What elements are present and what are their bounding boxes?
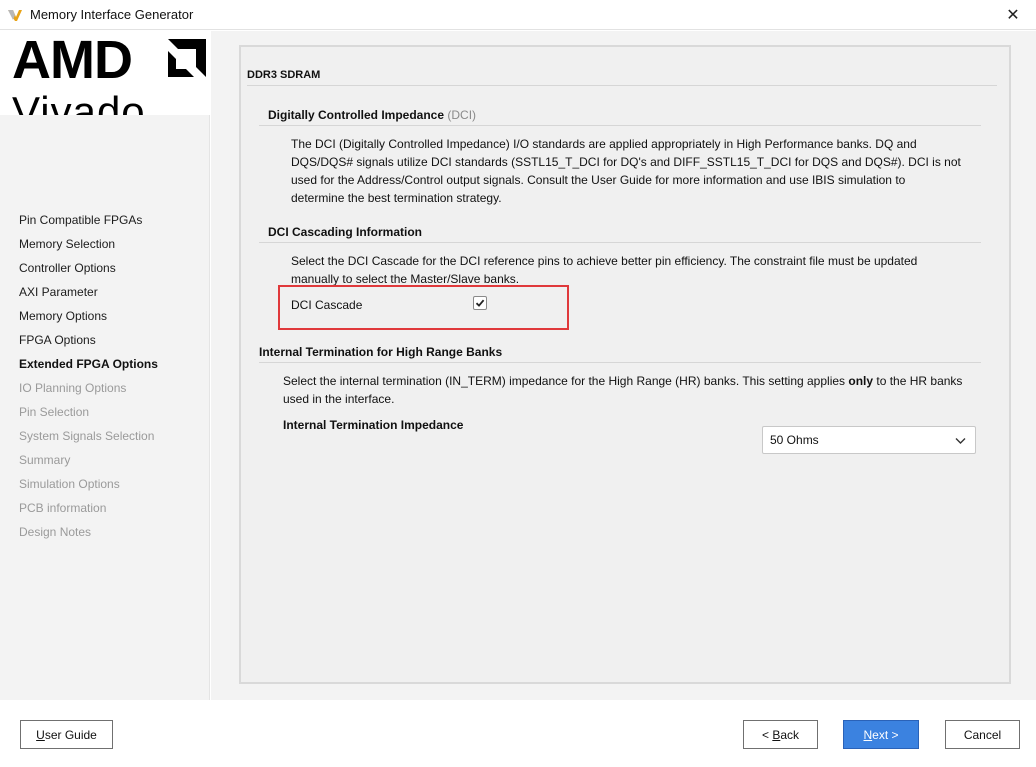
window-title: Memory Interface Generator xyxy=(30,7,194,22)
desc-text: Select the internal termination (IN_TERM… xyxy=(283,374,849,388)
wizard-step-item: IO Planning Options xyxy=(19,381,127,395)
termination-impedance-select[interactable]: 50 Ohms xyxy=(762,426,976,454)
divider xyxy=(259,362,981,363)
wizard-step-item: System Signals Selection xyxy=(19,429,155,443)
amd-arrow-icon xyxy=(168,39,206,77)
settings-panel: DDR3 SDRAM Digitally Controlled Impedanc… xyxy=(239,45,1011,684)
wizard-step-item: Summary xyxy=(19,453,71,467)
wizard-sidebar: AMD Vivado Pin Compatible FPGAs Memory Se… xyxy=(0,31,210,700)
dci-heading-text: Digitally Controlled Impedance xyxy=(268,108,445,122)
desc-emphasis: only xyxy=(848,374,874,388)
close-button[interactable]: ✕ xyxy=(990,0,1036,30)
wizard-step-item[interactable]: FPGA Options xyxy=(19,332,158,356)
back-button[interactable]: < Back xyxy=(743,720,818,749)
select-value: 50 Ohms xyxy=(770,433,819,447)
button-label: ack xyxy=(780,727,800,742)
internal-termination-description: Select the internal termination (IN_TERM… xyxy=(283,372,963,408)
wizard-step-item: Design Notes xyxy=(19,525,92,539)
termination-impedance-label: Internal Termination Impedance xyxy=(283,418,464,432)
chevron-down-icon xyxy=(955,438,966,444)
dci-description: The DCI (Digitally Controlled Impedance)… xyxy=(291,137,961,205)
next-button[interactable]: Next > xyxy=(843,720,919,749)
dci-cascading-description: Select the DCI Cascade for the DCI refer… xyxy=(291,254,918,286)
dci-heading-suffix: (DCI) xyxy=(447,108,477,122)
wizard-step-item[interactable]: Pin Compatible FPGAs xyxy=(19,212,158,236)
button-label: ext > xyxy=(872,727,899,742)
wizard-step-item[interactable]: Memory Selection xyxy=(19,236,158,260)
highlight-annotation xyxy=(278,285,569,330)
divider xyxy=(259,125,981,126)
button-prefix: < xyxy=(761,727,773,742)
mnemonic: B xyxy=(772,727,781,742)
wizard-step-item[interactable]: Memory Options xyxy=(19,308,158,332)
vivado-icon xyxy=(8,10,22,21)
wizard-step-item[interactable]: Controller Options xyxy=(19,260,158,284)
wizard-step-item: Simulation Options xyxy=(19,477,120,491)
amd-vivado-logo: AMD Vivado xyxy=(0,31,210,115)
dci-heading: Digitally Controlled Impedance (DCI) xyxy=(268,108,476,122)
wizard-step-item: PCB information xyxy=(19,501,107,515)
button-label: ser Guide xyxy=(44,727,97,742)
user-guide-button[interactable]: User Guide xyxy=(20,720,113,749)
internal-termination-heading: Internal Termination for High Range Bank… xyxy=(259,345,503,359)
divider xyxy=(259,242,981,243)
amd-logo-text: AMD xyxy=(12,31,133,90)
wizard-step-item: Pin Selection xyxy=(19,405,90,419)
mnemonic: N xyxy=(863,727,873,742)
vivado-logo-text: Vivado xyxy=(12,88,146,116)
mnemonic: U xyxy=(36,727,45,742)
wizard-step-item[interactable]: Extended FPGA Options xyxy=(19,356,158,380)
main-area: DDR3 SDRAM Digitally Controlled Impedanc… xyxy=(211,31,1036,700)
wizard-step-list: Pin Compatible FPGAs Memory Selection Cont… xyxy=(19,212,158,548)
title-bar: Memory Interface Generator ✕ xyxy=(0,0,1036,30)
wizard-step-item[interactable]: AXI Parameter xyxy=(19,284,158,308)
cancel-button[interactable]: Cancel xyxy=(945,720,1020,749)
memory-type-title: DDR3 SDRAM xyxy=(247,69,321,81)
dci-cascading-heading: DCI Cascading Information xyxy=(268,225,423,239)
divider xyxy=(247,85,997,86)
close-icon: ✕ xyxy=(1006,7,1020,24)
